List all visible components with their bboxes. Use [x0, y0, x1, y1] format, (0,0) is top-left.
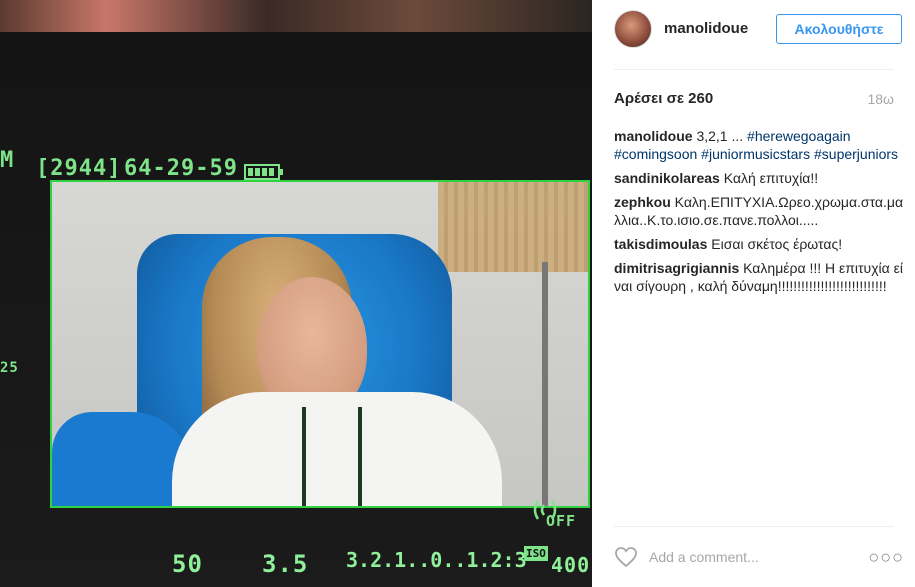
- caption-username[interactable]: manolidoue: [614, 128, 693, 144]
- hud-counter: [2944]: [36, 156, 122, 181]
- likes-row: Αρέσει σε 260 18ω: [614, 88, 894, 108]
- hashtag-link[interactable]: #comingsoon: [614, 146, 697, 162]
- hashtag-link[interactable]: #superjuniors: [814, 146, 898, 162]
- post-time[interactable]: 18ω: [867, 91, 894, 107]
- more-options-icon[interactable]: ○○○: [868, 547, 904, 568]
- comment-username[interactable]: dimitrisagrigiannis: [614, 260, 739, 276]
- caption-text: 3,2,1 ...: [696, 128, 744, 144]
- hud-timecode: 64-29-59: [124, 156, 238, 181]
- hud-exposure-scale: 3.2.1..0..1.2:3: [346, 548, 527, 572]
- mic-stand: [542, 262, 548, 506]
- hud-iso-label: ISO: [524, 546, 548, 561]
- post-photo: M [2944] 64-29-59 25 OFF 50 3.5 3.2.1..0…: [0, 0, 592, 587]
- comment-username[interactable]: sandinikolareas: [614, 170, 720, 186]
- hud-shutter: 50: [172, 550, 203, 578]
- hud-left-number: 25: [0, 360, 19, 376]
- follow-button[interactable]: Ακολουθήστε: [776, 14, 902, 44]
- comment-item: dimitrisagrigiannis Καλημέρα !!! Η επιτυ…: [614, 259, 904, 295]
- photo-top-strip: [0, 0, 592, 32]
- add-comment-row: ○○○: [614, 543, 904, 571]
- hud-aperture: 3.5: [262, 550, 309, 578]
- comments-list: manolidoue 3,2,1 ... #herewegoagain #com…: [614, 127, 904, 301]
- heart-icon[interactable]: [614, 545, 638, 569]
- comment-username[interactable]: zephkou: [614, 194, 671, 210]
- shirt-collar: [302, 407, 362, 506]
- caption: manolidoue 3,2,1 ... #herewegoagain #com…: [614, 127, 904, 163]
- comment-item: takisdimoulas Εισαι σκέτος έρωτας!: [614, 235, 904, 253]
- battery-icon: [244, 164, 283, 180]
- hashtag-link[interactable]: #herewegoagain: [747, 128, 851, 144]
- header-divider: [614, 69, 894, 70]
- hashtag-link[interactable]: #juniormusicstars: [701, 146, 810, 162]
- post-username[interactable]: manolidoue: [664, 20, 748, 37]
- comment-item: sandinikolareas Καλή επιτυχία!!: [614, 169, 904, 187]
- footer-divider: [614, 526, 894, 527]
- comment-username[interactable]: takisdimoulas: [614, 236, 707, 252]
- blue-chair-arm: [52, 412, 192, 506]
- comment-text: Καλή επιτυχία!!: [723, 170, 819, 186]
- comment-text: Εισαι σκέτος έρωτας!: [711, 236, 843, 252]
- viewfinder: [50, 180, 590, 508]
- background-wall: [438, 182, 588, 272]
- comment-item: zephkou Καλη.ΕΠΙΤΥΧΙΑ.Ωρεο.χρωμα.στα.μαλ…: [614, 193, 904, 229]
- hud-stabilizer: OFF: [546, 512, 577, 530]
- post-header: manolidoue Ακολουθήστε: [614, 10, 902, 50]
- hud-left-mark: M: [0, 148, 15, 173]
- add-comment-input[interactable]: [649, 547, 859, 567]
- likes-count[interactable]: Αρέσει σε 260: [614, 90, 713, 107]
- hud-iso-value: 400: [551, 553, 591, 577]
- avatar[interactable]: [614, 10, 652, 48]
